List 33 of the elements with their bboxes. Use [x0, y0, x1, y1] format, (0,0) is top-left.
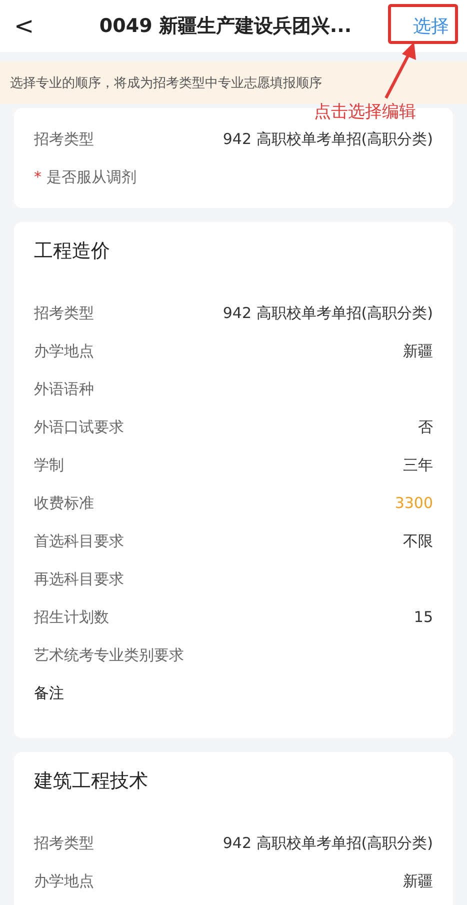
field-value: 否 [418, 418, 433, 436]
field-label: 招考类型 [34, 304, 94, 322]
field-label: 首选科目要求 [34, 532, 124, 550]
back-button[interactable]: < [14, 12, 40, 40]
field-label: 外语口试要求 [34, 418, 124, 436]
field-label: 外语语种 [34, 380, 94, 398]
field-label: 收费标准 [34, 494, 94, 512]
required-mark: * [34, 168, 42, 186]
page-title: 0049 新疆生产建设兵团兴... [98, 14, 353, 39]
field-value: 3300 [394, 494, 433, 512]
highlight-frame [388, 4, 458, 44]
field-value: 942 高职校单考单招(高职分类) [222, 130, 433, 148]
field-label: 是否服从调剂 [46, 168, 136, 186]
field-label: 办学地点 [34, 872, 94, 890]
field-label: 备注 [34, 684, 64, 702]
major-name: 工程造价 [34, 239, 111, 264]
field-value: 942 高职校单考单招(高职分类) [222, 834, 433, 852]
major-name: 建筑工程技术 [34, 769, 149, 794]
field-label: 招考类型 [34, 130, 94, 148]
notice-banner: 选择专业的顺序，将成为招考类型中专业志愿填报顺序 [0, 62, 467, 104]
field-label: 办学地点 [34, 342, 94, 360]
field-label: 艺术统考专业类别要求 [34, 646, 184, 664]
field-label: 招考类型 [34, 834, 94, 852]
field-value: 不限 [403, 532, 433, 550]
field-label: 招生计划数 [34, 608, 109, 626]
field-value: 新疆 [403, 872, 433, 890]
field-value: 15 [414, 608, 433, 626]
annotation-text: 点击选择编辑 [314, 101, 416, 123]
field-value: 942 高职校单考单招(高职分类) [222, 304, 433, 322]
field-value: 新疆 [403, 342, 433, 360]
field-label: 再选科目要求 [34, 570, 124, 588]
field-value: 三年 [403, 456, 433, 474]
field-label: 学制 [34, 456, 64, 474]
